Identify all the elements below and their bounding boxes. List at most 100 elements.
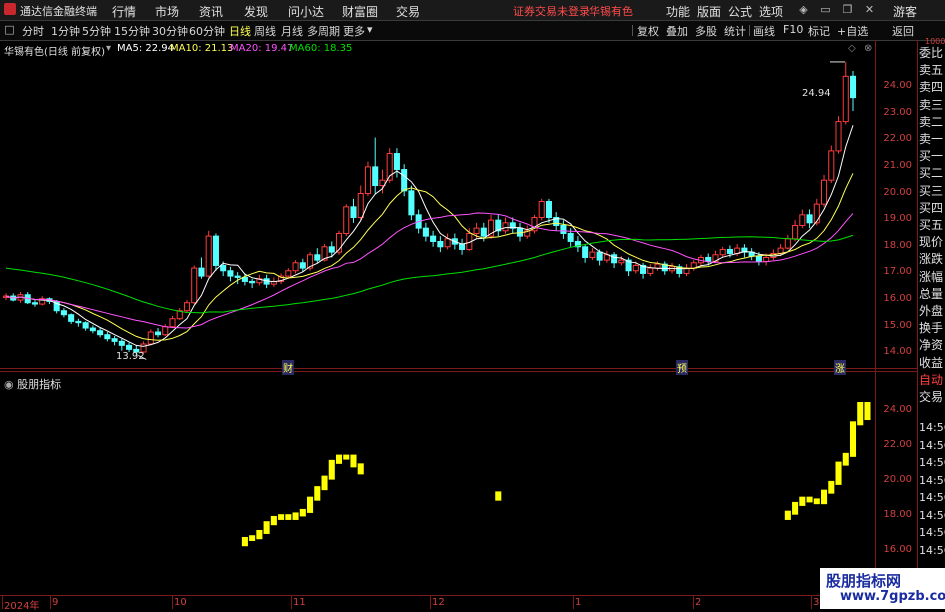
side-item[interactable]: 卖三 [919, 96, 945, 113]
side-item[interactable]: 涨跌 [919, 250, 945, 267]
indicator-block [299, 508, 306, 517]
indicator-block [270, 515, 277, 526]
side-item[interactable]: 委比 [919, 44, 945, 61]
indicator-block [292, 512, 299, 520]
candle-up [147, 331, 154, 345]
low-price-annotation: 13.92 [116, 351, 145, 362]
candle-down [241, 276, 248, 282]
price-tick-label: 21.00 [883, 159, 912, 171]
date-tick-mark [811, 596, 812, 609]
candle-up [205, 235, 212, 277]
side-item[interactable]: 换手 [919, 319, 945, 336]
candle-down [755, 255, 762, 262]
candle-down [31, 302, 38, 305]
side-item[interactable]: 现价 [919, 233, 945, 250]
candle-down [596, 251, 603, 261]
side-item[interactable]: 卖五 [919, 61, 945, 78]
date-tick-label: 3 [813, 597, 820, 608]
indicator-block [849, 421, 857, 457]
candle-up [647, 267, 654, 274]
side-item[interactable]: 买五 [919, 216, 945, 233]
candle-up [191, 267, 198, 304]
side-item[interactable]: 交易 [919, 388, 945, 405]
candle-up [821, 179, 828, 205]
date-tick-mark [573, 596, 574, 609]
side-item[interactable]: 外盘 [919, 302, 945, 319]
side-trade-time: 14:56 [919, 438, 945, 452]
price-tick-label: 19.00 [883, 213, 912, 225]
candle-down [118, 340, 125, 346]
indicator-tick-label: 16.00 [883, 544, 912, 556]
side-trade-time: 14:56 [919, 456, 945, 469]
date-tick-mark [693, 596, 694, 609]
ma60-line [5, 234, 854, 314]
indicator-panel-title: ◉ 股朋指标 [4, 378, 62, 391]
side-panel-border [917, 40, 918, 609]
candle-up [654, 263, 661, 269]
indicator-tick-label: 18.00 [883, 509, 912, 521]
indicator-block [350, 454, 357, 468]
candle-down [430, 235, 437, 242]
side-item[interactable]: 总量 [919, 285, 945, 302]
candle-up [162, 326, 169, 336]
price-tick-label: 24.00 [883, 79, 912, 91]
indicator-block [278, 514, 285, 520]
candle-up [444, 238, 451, 248]
candle-up [589, 251, 596, 258]
date-tick-label: 2 [695, 597, 702, 608]
candle-down [393, 153, 400, 171]
date-tick-mark [430, 596, 431, 609]
side-item[interactable]: 卖一 [919, 130, 945, 147]
indicator-block [241, 536, 248, 547]
candle-down [545, 201, 552, 218]
date-tick-label: 1 [575, 597, 582, 608]
side-item[interactable]: 收益 [919, 354, 945, 371]
price-tick-label: 17.00 [883, 266, 912, 278]
candle-up [502, 222, 509, 232]
indicator-block [857, 402, 864, 426]
side-item[interactable]: 卖四 [919, 78, 945, 95]
candle-down [705, 256, 712, 262]
candle-down [328, 246, 335, 253]
indicator-block [835, 461, 842, 485]
candle-down [806, 214, 813, 224]
side-trade-time: 14:56 [919, 491, 945, 504]
candle-down [611, 254, 618, 264]
panel-menu-icon[interactable]: ◉ [4, 378, 14, 391]
candle-down [459, 243, 466, 250]
side-item[interactable]: 卖二 [919, 113, 945, 130]
indicator-tick-label: 24.00 [883, 404, 912, 416]
candle-up [842, 75, 849, 123]
side-item[interactable]: 买四 [919, 199, 945, 216]
side-item[interactable]: 买三 [919, 182, 945, 199]
indicator-block [495, 491, 502, 501]
price-tick-label: 14.00 [883, 346, 912, 358]
price-tick-label: 23.00 [883, 106, 912, 118]
indicator-block [343, 454, 350, 460]
candle-up [813, 203, 820, 224]
candle-down [212, 235, 219, 266]
candle-down [60, 310, 67, 316]
event-marker-finance[interactable]: 财 [282, 360, 294, 375]
candle-up [285, 270, 292, 277]
side-item[interactable]: 净资 [919, 336, 945, 353]
side-item[interactable]: 买一 [919, 147, 945, 164]
price-tick-label: 15.00 [883, 319, 912, 331]
candle-down [75, 320, 82, 324]
event-marker-forecast[interactable]: 预 [676, 360, 688, 375]
side-item[interactable]: 自动 [919, 371, 945, 388]
indicator-block [307, 496, 314, 513]
side-item[interactable]: 买二 [919, 164, 945, 181]
indicator-block [813, 498, 820, 505]
candle-down [111, 338, 118, 342]
indicator-tick-label: 20.00 [883, 474, 912, 486]
candle-down [82, 322, 89, 329]
candle-down [314, 254, 321, 261]
event-marker-limit-up[interactable]: 涨 [834, 360, 846, 375]
candle-down [437, 240, 444, 248]
candle-up [183, 302, 191, 312]
side-item[interactable]: 涨幅 [919, 268, 945, 285]
candle-up [292, 262, 299, 272]
indicator-block [256, 529, 263, 540]
candle-up [357, 193, 364, 218]
